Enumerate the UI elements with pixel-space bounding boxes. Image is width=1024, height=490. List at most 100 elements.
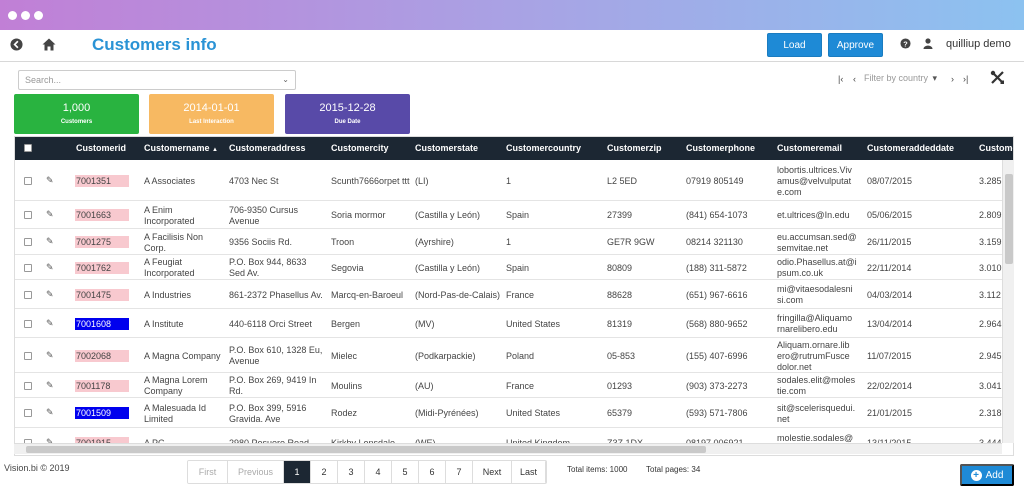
- cell-address: 9356 Sociis Rd.: [229, 237, 293, 247]
- row-checkbox[interactable]: [24, 264, 32, 272]
- page-button-6[interactable]: 6: [419, 461, 446, 483]
- row-checkbox[interactable]: [24, 238, 32, 246]
- row-checkbox[interactable]: [24, 382, 32, 390]
- page-button-7[interactable]: 7: [446, 461, 473, 483]
- vertical-scroll-thumb[interactable]: [1005, 174, 1013, 264]
- window-dot-3-icon[interactable]: [34, 11, 43, 20]
- edit-icon[interactable]: ✎: [46, 380, 54, 391]
- horizontal-scroll-thumb[interactable]: [26, 446, 706, 453]
- row-checkbox[interactable]: [24, 352, 32, 360]
- cell-country: Spain: [506, 262, 530, 273]
- next-page-icon[interactable]: ›: [951, 74, 954, 84]
- add-button[interactable]: + Add: [960, 464, 1014, 486]
- row-checkbox[interactable]: [24, 320, 32, 328]
- cell-added: 22/11/2014: [867, 262, 912, 273]
- page-button-2[interactable]: 2: [311, 461, 338, 483]
- page-button-last[interactable]: Last: [512, 461, 546, 483]
- cell-city: Segovia: [331, 262, 364, 273]
- cell-state: (LI): [415, 175, 429, 186]
- edit-icon[interactable]: ✎: [46, 318, 54, 329]
- user-name[interactable]: quilliup demo: [946, 38, 1011, 50]
- country-filter-select[interactable]: Filter by country ▾: [864, 73, 946, 84]
- col-customeraddress[interactable]: Customeraddress: [229, 143, 306, 153]
- due-date-card[interactable]: 2015-12-28 Due Date: [285, 94, 410, 134]
- row-checkbox[interactable]: [24, 211, 32, 219]
- vertical-scrollbar[interactable]: [1002, 160, 1014, 443]
- search-input[interactable]: Search... ⌄: [18, 70, 296, 90]
- page-button-previous[interactable]: Previous: [228, 461, 284, 483]
- cell-phone: (841) 654-1073: [686, 210, 748, 220]
- cell-added: 26/11/2015: [867, 237, 912, 247]
- cell-address: 861-2372 Phasellus Av.: [229, 289, 323, 300]
- cell-added: 11/07/2015: [867, 350, 912, 361]
- user-icon[interactable]: [923, 38, 933, 52]
- cell-email: eu.accumsan.sed@ semvitae.net: [777, 231, 857, 253]
- col-customeremail[interactable]: Customeremail: [777, 143, 842, 153]
- cell-country: Poland: [506, 350, 535, 361]
- page-button-5[interactable]: 5: [392, 461, 419, 483]
- edit-icon[interactable]: ✎: [46, 262, 54, 273]
- cell-email: et.ultrices@In.edu: [777, 210, 850, 220]
- edit-icon[interactable]: ✎: [46, 289, 54, 300]
- load-button[interactable]: Load: [767, 33, 822, 57]
- row-checkbox[interactable]: [24, 291, 32, 299]
- cell-phone: 07919 805149: [686, 175, 744, 186]
- window-dot-2-icon[interactable]: [21, 11, 30, 20]
- home-icon[interactable]: [42, 38, 56, 54]
- col-customeraddeddate[interactable]: Customeraddeddate: [867, 143, 954, 153]
- col-customerzip[interactable]: Customerzip: [607, 143, 662, 153]
- table-row[interactable]: ✎ 7001762 A Feugiat Incorporated P.O. Box 9…: [15, 255, 1013, 280]
- table-row[interactable]: ✎ 7001275 A Facilisis Non Corp. 9356 Sociis…: [15, 229, 1013, 255]
- select-all-checkbox[interactable]: [24, 144, 32, 152]
- customer-id-cell: 7001663: [75, 209, 129, 221]
- customers-card[interactable]: 1,000 Customers: [14, 94, 139, 134]
- cell-name: A Feugiat Incorporated: [144, 257, 195, 278]
- page-button-next[interactable]: Next: [473, 461, 512, 483]
- row-checkbox[interactable]: [24, 177, 32, 185]
- customer-id-cell: 7001762: [75, 262, 129, 274]
- edit-icon[interactable]: ✎: [46, 407, 54, 418]
- cell-address: P.O. Box 399, 5916 Gravida. Ave: [229, 402, 307, 424]
- table-row[interactable]: ✎ 7001178 A Magna Lorem Company P.O. Box 26…: [15, 373, 1013, 398]
- horizontal-scrollbar[interactable]: [14, 443, 1002, 454]
- cell-phone: (188) 311-5872: [686, 262, 747, 273]
- last-page-icon[interactable]: ›|: [963, 74, 968, 84]
- col-customerstate[interactable]: Customerstate: [415, 143, 478, 153]
- edit-icon[interactable]: ✎: [46, 175, 54, 186]
- table-row[interactable]: ✎ 7002068 A Magna Company P.O. Box 610, 132…: [15, 338, 1013, 373]
- col-customername[interactable]: Customername ▲: [144, 143, 218, 153]
- cell-state: (MV): [415, 318, 435, 329]
- edit-icon[interactable]: ✎: [46, 236, 54, 247]
- tools-icon[interactable]: [990, 70, 1005, 88]
- edit-icon[interactable]: ✎: [46, 209, 54, 220]
- cell-country: 1: [506, 237, 512, 247]
- col-customer-truncated[interactable]: Custome: [979, 143, 1013, 153]
- page-button-3[interactable]: 3: [338, 461, 365, 483]
- prev-page-icon[interactable]: ‹: [853, 74, 856, 84]
- page-button-first[interactable]: First: [188, 461, 228, 483]
- table-row[interactable]: ✎ 7001475 A Industries 861-2372 Phasellus A…: [15, 280, 1013, 309]
- cell-email: Aliquam.ornare.lib ero@rutrumFusce dolor…: [777, 340, 850, 372]
- page-button-1[interactable]: 1: [284, 461, 311, 483]
- approve-button[interactable]: Approve: [828, 33, 883, 57]
- table-row[interactable]: ✎ 7001608 A Institute 440-6118 Orci Street B…: [15, 309, 1013, 338]
- edit-icon[interactable]: ✎: [46, 350, 54, 361]
- table-row[interactable]: ✎ 7001351 A Associates 4703 Nec St Scunth766…: [15, 160, 1013, 201]
- help-icon[interactable]: ?: [900, 38, 911, 52]
- page-button-4[interactable]: 4: [365, 461, 392, 483]
- window-dot-1-icon[interactable]: [8, 11, 17, 20]
- chevron-down-icon[interactable]: ⌄: [282, 75, 289, 84]
- col-customercountry[interactable]: Customercountry: [506, 143, 581, 153]
- first-page-icon[interactable]: |‹: [838, 74, 843, 84]
- table-row[interactable]: ✎ 7001509 A Malesuada Id Limited P.O. Box 3…: [15, 398, 1013, 428]
- col-customercity[interactable]: Customercity: [331, 143, 389, 153]
- last-interaction-card[interactable]: 2014-01-01 Last Interaction: [149, 94, 274, 134]
- table-row[interactable]: ✎ 7001663 A Enim Incorporated 706-9350 Curs…: [15, 201, 1013, 229]
- cell-state: (Midi-Pyrénées): [415, 408, 479, 418]
- cell-phone: (903) 373-2273: [686, 380, 748, 391]
- col-customerid[interactable]: Customerid: [76, 143, 126, 153]
- back-circle-icon[interactable]: [10, 38, 23, 54]
- cell-city: Troon: [331, 237, 355, 247]
- row-checkbox[interactable]: [24, 409, 32, 417]
- col-customerphone[interactable]: Customerphone: [686, 143, 755, 153]
